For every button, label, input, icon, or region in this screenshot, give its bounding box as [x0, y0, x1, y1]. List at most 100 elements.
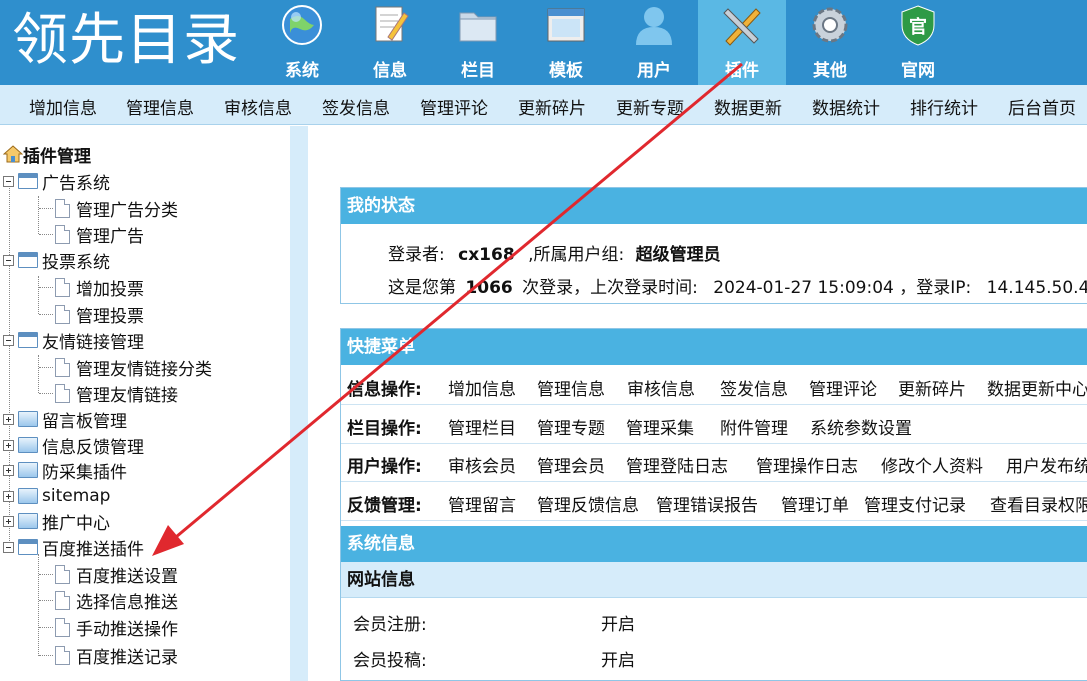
page-icon	[55, 564, 70, 584]
tree-item-manual-push[interactable]: 手动推送操作	[55, 615, 178, 640]
quick-link[interactable]: 审核会员	[448, 452, 516, 477]
quick-link[interactable]: 数据更新中心	[987, 375, 1087, 400]
quick-link[interactable]: 管理留言	[448, 491, 516, 516]
quick-link[interactable]: 管理栏目	[448, 414, 516, 439]
globe-icon	[282, 5, 322, 45]
subnav-data-stats[interactable]: 数据统计	[812, 94, 880, 119]
member-register-label: 会员注册:	[353, 615, 427, 635]
quick-link[interactable]: 管理错误报告	[656, 491, 758, 516]
tree-item-link-category[interactable]: 管理友情链接分类	[55, 355, 212, 380]
quick-link[interactable]: 签发信息	[720, 375, 788, 400]
page-icon	[55, 383, 70, 403]
expand-icon	[3, 439, 14, 451]
subnav-update-topics[interactable]: 更新专题	[616, 94, 684, 119]
quick-link[interactable]: 管理操作日志	[756, 452, 858, 477]
tree-item-ad-category[interactable]: 管理广告分类	[55, 196, 178, 221]
nav-official-site[interactable]: 官 官网	[874, 0, 962, 85]
user-icon	[636, 7, 672, 45]
page-icon	[55, 590, 70, 610]
quick-link[interactable]: 管理会员	[537, 452, 605, 477]
quick-link[interactable]: 管理采集	[626, 414, 694, 439]
tree-item-add-vote[interactable]: 增加投票	[55, 275, 144, 300]
tree-item-baidu-settings[interactable]: 百度推送设置	[55, 562, 178, 587]
quick-link[interactable]: 附件管理	[720, 414, 788, 439]
quick-link[interactable]: 管理专题	[537, 414, 605, 439]
folder-icon	[18, 462, 38, 478]
tree-item-ads[interactable]: 管理广告	[55, 222, 144, 247]
nav-template[interactable]: 模板	[522, 0, 610, 85]
quick-link[interactable]: 管理订单	[781, 491, 849, 516]
nav-user[interactable]: 用户	[610, 0, 698, 85]
quick-menu-title: 快捷菜单	[341, 329, 1087, 365]
nav-other[interactable]: 其他	[786, 0, 874, 85]
subnav-manage-info[interactable]: 管理信息	[126, 94, 194, 119]
tree-item-push-log[interactable]: 百度推送记录	[55, 643, 178, 668]
tree-root[interactable]: 插件管理	[3, 142, 91, 167]
nav-info[interactable]: 信息	[346, 0, 434, 85]
last-login-time: 2024-01-27 15:09:04	[713, 278, 894, 298]
tree-group-anti-collect[interactable]: 防采集插件	[3, 458, 127, 483]
quick-link[interactable]: 管理信息	[537, 375, 605, 400]
quick-link[interactable]: 查看目录权限	[990, 491, 1087, 516]
folder-open-icon	[18, 332, 38, 348]
tree-group-promotion[interactable]: 推广中心	[3, 509, 110, 534]
nav-plugin[interactable]: 插件	[698, 0, 786, 85]
window-icon	[547, 8, 585, 42]
document-pencil-icon	[375, 6, 409, 42]
quick-link[interactable]: 审核信息	[627, 375, 695, 400]
subnav-data-update[interactable]: 数据更新	[714, 94, 782, 119]
subnav-add-info[interactable]: 增加信息	[29, 94, 97, 119]
folder-icon	[18, 513, 38, 529]
page-icon	[55, 357, 70, 377]
tree-group-links[interactable]: 友情链接管理	[3, 328, 144, 353]
tree-group-sitemap[interactable]: sitemap	[3, 484, 110, 508]
folder-open-icon	[18, 252, 38, 268]
nav-column[interactable]: 栏目	[434, 0, 522, 85]
subnav-rank-stats[interactable]: 排行统计	[910, 94, 978, 119]
tree-item-links[interactable]: 管理友情链接	[55, 381, 178, 406]
quick-link[interactable]: 管理登陆日志	[626, 452, 728, 477]
sub-nav: 增加信息 管理信息 审核信息 签发信息 管理评论 更新碎片 更新专题 数据更新 …	[0, 85, 1087, 125]
quick-link[interactable]: 管理支付记录	[864, 491, 966, 516]
tree-group-baidu-push[interactable]: 百度推送插件	[3, 535, 144, 560]
quick-row-info: 信息操作: 增加信息 管理信息 审核信息 签发信息 管理评论 更新碎片 数据更新…	[341, 367, 1087, 405]
username: cx168	[458, 245, 515, 265]
plugin-tree: 插件管理 广告系统 管理广告分类 管理广告 投票系统 增加投票 管理投票 友情链…	[0, 126, 290, 681]
tree-group-ads[interactable]: 广告系统	[3, 169, 110, 194]
subnav-update-fragments[interactable]: 更新碎片	[518, 94, 586, 119]
subnav-review-info[interactable]: 审核信息	[224, 94, 292, 119]
quick-menu-panel: 快捷菜单 信息操作: 增加信息 管理信息 审核信息 签发信息 管理评论 更新碎片…	[340, 328, 1087, 681]
tree-item-select-push[interactable]: 选择信息推送	[55, 588, 178, 613]
top-nav: 系统 信息 栏目 模板 用户 插件 其他 官 官网	[258, 0, 962, 85]
collapse-icon	[3, 334, 14, 346]
expand-icon	[3, 515, 14, 527]
nav-system[interactable]: 系统	[258, 0, 346, 85]
quick-link[interactable]: 管理反馈信息	[537, 491, 639, 516]
quick-link[interactable]: 用户发布统	[1006, 452, 1087, 477]
quick-row-column: 栏目操作: 管理栏目 管理专题 管理采集 附件管理 系统参数设置	[341, 406, 1087, 444]
member-submit-value: 开启	[601, 651, 635, 671]
frame-divider[interactable]	[290, 126, 308, 681]
quick-link[interactable]: 增加信息	[448, 375, 516, 400]
status-panel: 我的状态 登录者: cx168 ,所属用户组: 超级管理员 这是您第 1066 …	[340, 187, 1087, 304]
quick-link[interactable]: 管理评论	[809, 375, 877, 400]
expand-icon	[3, 464, 14, 476]
home-icon	[3, 145, 23, 163]
tree-group-vote[interactable]: 投票系统	[3, 248, 110, 273]
tree-item-manage-vote[interactable]: 管理投票	[55, 302, 144, 327]
site-info-heading: 网站信息	[341, 562, 1087, 598]
tools-icon	[723, 8, 761, 46]
page-icon	[55, 617, 70, 637]
subnav-sign-info[interactable]: 签发信息	[322, 94, 390, 119]
status-title: 我的状态	[341, 188, 1087, 224]
quick-link[interactable]: 系统参数设置	[810, 414, 912, 439]
subnav-manage-comments[interactable]: 管理评论	[420, 94, 488, 119]
expand-icon	[3, 413, 14, 425]
subnav-admin-home[interactable]: 后台首页	[1008, 94, 1076, 119]
tree-group-guestbook[interactable]: 留言板管理	[3, 407, 127, 432]
quick-link[interactable]: 修改个人资料	[881, 452, 983, 477]
collapse-icon	[3, 541, 14, 553]
login-info-line: 登录者: cx168 ,所属用户组: 超级管理员	[388, 245, 721, 265]
tree-group-feedback[interactable]: 信息反馈管理	[3, 433, 144, 458]
quick-link[interactable]: 更新碎片	[898, 375, 966, 400]
